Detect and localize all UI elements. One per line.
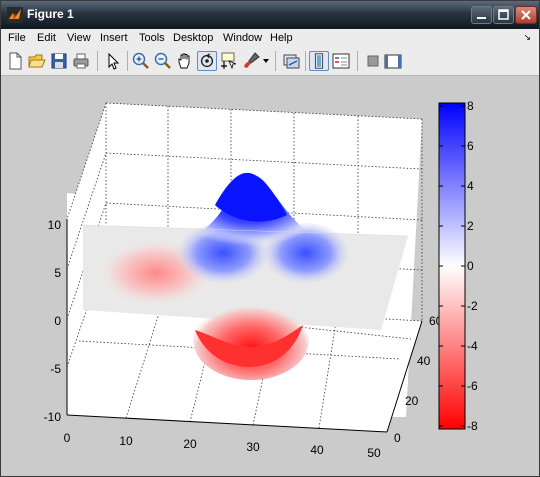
close-icon [521,10,531,20]
print-figure-icon[interactable] [71,51,91,71]
z-tick-label: 0 [54,314,61,328]
figure-canvas: 10 5 0 -5 -10 0 10 20 30 40 50 0 20 40 6… [44,99,478,460]
insert-legend-icon[interactable] [331,51,351,71]
menu-edit[interactable]: Edit [37,32,56,44]
hide-plot-tools-icon[interactable] [363,51,383,71]
minimize-button[interactable] [471,6,492,24]
colorbar-tick-label: 0 [467,259,474,273]
x-tick-label: 30 [246,440,260,454]
menu-expand-icon[interactable]: ↘ [523,32,531,43]
x-tick-label: 40 [310,443,324,457]
insert-colorbar-icon[interactable] [309,51,329,71]
colorbar-tick-label: 8 [467,99,474,113]
x-tick-label: 10 [119,434,133,448]
colorbar-tick-label: 6 [467,139,474,153]
new-figure-icon[interactable] [5,51,25,71]
colorbar-tick-label: 4 [467,179,474,193]
axes-3d[interactable] [66,102,423,433]
menu-insert[interactable]: Insert [100,32,128,44]
figure-toolbar [1,47,539,76]
minimize-icon [477,17,486,19]
edit-plot-icon[interactable] [103,51,123,71]
matlab-icon [7,7,23,23]
show-plot-tools-icon[interactable] [383,51,403,71]
z-tick-label: 5 [54,266,61,280]
brush-dropdown-icon[interactable] [262,58,270,64]
z-tick-label: -10 [44,410,62,424]
menu-window[interactable]: Window [223,32,262,44]
pan-icon[interactable] [175,51,195,71]
toolbar-separator [97,51,98,71]
y-tick-label: 20 [405,394,419,408]
maximize-button[interactable] [493,6,514,24]
toolbar-separator [357,51,358,71]
zoom-in-icon[interactable] [131,51,151,71]
y-tick-label: 40 [417,354,431,368]
toolbar-separator [305,51,306,71]
maximize-icon [498,9,509,20]
z-tick-label: 10 [48,218,62,232]
title-bar: Figure 1 [1,1,539,29]
link-plot-icon[interactable] [281,51,301,71]
menu-help[interactable]: Help [270,32,293,44]
menu-view[interactable]: View [67,32,91,44]
colorbar-tick-label: -2 [467,299,478,313]
menu-desktop[interactable]: Desktop [173,32,213,44]
toolbar-separator [275,51,276,71]
colorbar-tick-label: -8 [467,419,478,433]
colorbar-tick-label: 2 [467,219,474,233]
menu-bar: File Edit View Insert Tools Desktop Wind… [1,29,539,47]
toolbar-separator [127,51,128,71]
close-button[interactable] [515,6,537,24]
colorbar[interactable]: 8 6 4 2 0 -2 -4 -6 -8 [438,99,478,433]
colorbar-tick-label: -4 [467,339,478,353]
x-tick-label: 50 [367,446,381,460]
data-cursor-icon[interactable] [219,51,239,71]
x-tick-label: 20 [183,437,197,451]
window-title: Figure 1 [27,7,74,21]
open-file-icon[interactable] [27,51,47,71]
menu-tools[interactable]: Tools [139,32,165,44]
zoom-out-icon[interactable] [153,51,173,71]
menu-file[interactable]: File [8,32,26,44]
brush-icon[interactable] [241,51,261,71]
x-tick-label: 0 [64,431,71,445]
save-figure-icon[interactable] [49,51,69,71]
z-tick-label: -5 [50,362,61,376]
z-axis: 10 5 0 -5 -10 [44,218,62,424]
colorbar-tick-label: -6 [467,379,478,393]
x-axis: 0 10 20 30 40 50 [64,431,381,460]
rotate-3d-icon[interactable] [197,51,217,71]
figure-window: Figure 1 File Edit View Insert Tools Des… [0,0,540,477]
y-tick-label: 0 [394,431,401,445]
